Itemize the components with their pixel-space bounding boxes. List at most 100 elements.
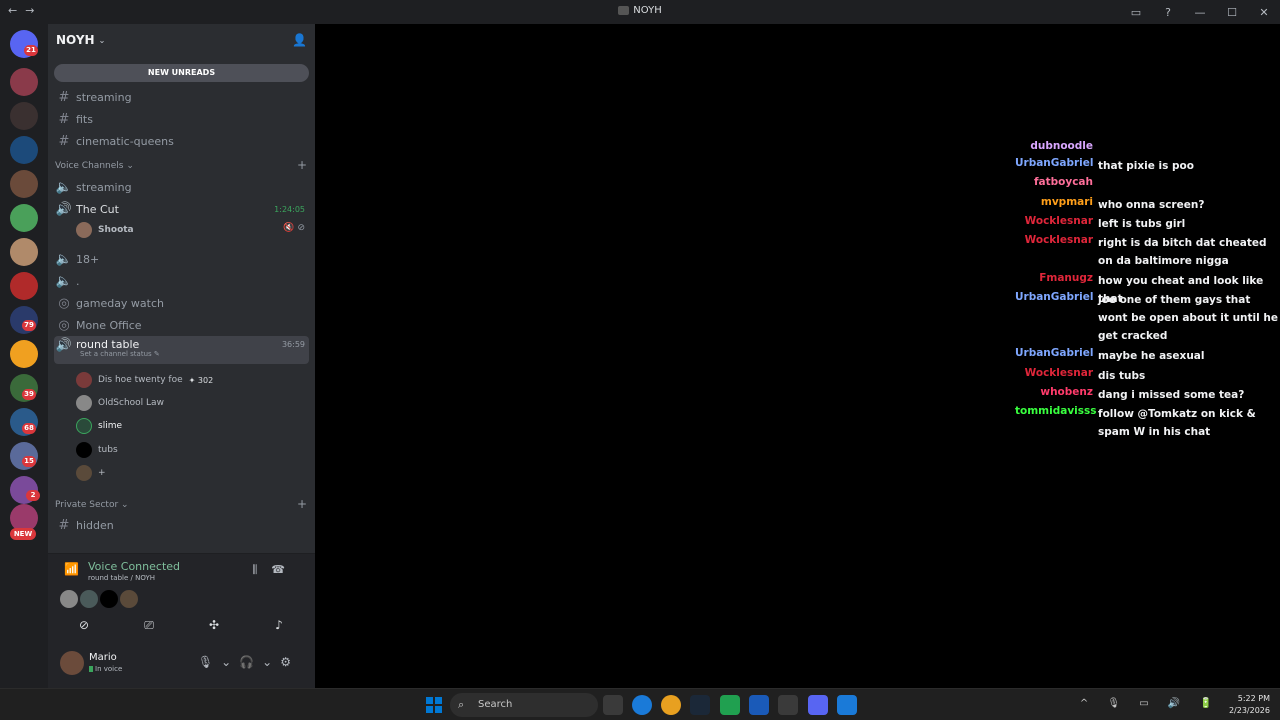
invite-icon[interactable]: 👤 [292, 33, 307, 47]
voice-member[interactable]: + [76, 464, 106, 482]
chevron-down-icon[interactable]: ⌄ [262, 655, 280, 669]
server-icon[interactable] [10, 340, 38, 368]
chat-message: UrbanGabriel that pixie is poo [1015, 157, 1194, 172]
voice-avatars [60, 590, 138, 608]
channel-fits[interactable]: # fits [54, 109, 309, 129]
discord-icon[interactable] [808, 695, 828, 715]
stage-icon: ◎ [58, 295, 70, 311]
noise-suppression-icon[interactable]: ⫼ [252, 563, 271, 576]
avatar [120, 590, 138, 608]
server-badge: 68 [22, 423, 36, 434]
chat-message: UrbanGabriel maybe he asexual [1015, 347, 1205, 362]
chat-message: fatboycah [1033, 176, 1093, 188]
server-icon[interactable] [10, 204, 38, 232]
new-badge: NEW [10, 528, 36, 540]
camera-off-icon[interactable]: ⊘ [56, 614, 112, 636]
speaker-icon: 🔊 [55, 338, 73, 353]
voice-channel-the-cut[interactable]: 🔊 The Cut 1:24:05 [54, 199, 309, 219]
signal-icon[interactable]: 📶 [64, 562, 79, 576]
voice-channel-mone-office[interactable]: ◎ Mone Office [54, 315, 309, 335]
app-icon[interactable] [778, 695, 798, 715]
app-icon[interactable] [749, 695, 769, 715]
speaker-icon: 🔈 [55, 179, 73, 195]
edge-icon[interactable] [632, 695, 652, 715]
user-name[interactable]: Mario [89, 652, 117, 663]
voice-status-icon [89, 666, 93, 672]
server-icon[interactable] [10, 102, 38, 130]
channel-streaming[interactable]: # streaming [54, 87, 309, 107]
app-icon[interactable] [837, 695, 857, 715]
avatar [80, 590, 98, 608]
voice-member[interactable]: Dis hoe twenty foe ✦ 302 [76, 371, 213, 389]
avatar [76, 372, 92, 388]
close-button[interactable]: ✕ [1248, 6, 1280, 19]
user-avatar[interactable] [60, 651, 84, 675]
avatar [76, 465, 92, 481]
voice-channel-18[interactable]: 🔈 18+ [54, 249, 309, 269]
add-channel-icon[interactable]: + [297, 158, 307, 172]
voice-channel-dot[interactable]: 🔈. [54, 271, 309, 291]
headphones-icon[interactable]: 🎧 [239, 655, 262, 669]
taskbar: ⌕ Search ^ 🎙 ▭ 🔊 🔋 5:22 PM 2/23/2026 [0, 688, 1280, 720]
category-private-sector[interactable]: Private Sector ⌄ [55, 500, 129, 510]
steam-icon[interactable] [690, 695, 710, 715]
start-button[interactable] [426, 697, 442, 713]
chat-message: whobenz dang i missed some tea? [1040, 386, 1245, 401]
search-icon: ⌕ [458, 698, 465, 711]
chevron-down-icon[interactable]: ⌄ [221, 655, 239, 669]
channel-cinematic-queens[interactable]: # cinematic-queens [54, 131, 309, 151]
activities-icon[interactable]: ✣ [186, 614, 242, 636]
set-channel-status[interactable]: Set a channel status ✎ [80, 350, 160, 358]
voice-connected-subtitle[interactable]: round table / NOYH [88, 574, 155, 582]
new-unreads-banner[interactable]: NEW UNREADS [54, 64, 309, 82]
hashtag-icon: # [58, 133, 70, 149]
app-icon[interactable] [720, 695, 740, 715]
inbox-icon[interactable]: ▭ [1120, 6, 1152, 19]
server-badge: 15 [22, 456, 36, 467]
chrome-icon[interactable] [661, 695, 681, 715]
taskbar-search[interactable]: ⌕ Search [450, 693, 598, 717]
voice-channel-streaming[interactable]: 🔈 streaming [54, 177, 309, 197]
minimize-button[interactable]: — [1184, 6, 1216, 19]
microphone-icon[interactable]: 🎙 [198, 655, 221, 669]
soundboard-icon[interactable]: ♪ [251, 614, 307, 636]
add-channel-icon[interactable]: + [297, 497, 307, 511]
system-tray[interactable]: ^ 🎙 ▭ 🔊 🔋 [1080, 698, 1220, 709]
disconnect-icon[interactable]: ☎ [271, 563, 299, 576]
speaker-icon: 🔈 [55, 273, 73, 289]
server-badge: 79 [22, 320, 36, 331]
chat-message: mvpmari who onna screen? [1040, 196, 1205, 211]
server-icon[interactable] [10, 170, 38, 198]
chat-message: dubnoodle [1030, 140, 1093, 152]
chevron-down-icon: ⌄ [98, 35, 106, 45]
channel-hidden[interactable]: # hidden [54, 515, 309, 535]
server-icon[interactable] [10, 272, 38, 300]
voice-channel-gameday-watch[interactable]: ◎ gameday watch [54, 293, 309, 313]
voice-channel-round-table[interactable]: 🔊 round table 36:59 Set a channel status … [54, 336, 309, 364]
guild-header[interactable]: NOYH ⌄ [48, 24, 315, 56]
voice-member[interactable]: slime [76, 417, 122, 435]
server-icon[interactable] [10, 238, 38, 266]
file-explorer-icon[interactable] [603, 695, 623, 715]
avatar [76, 418, 92, 434]
avatar [76, 442, 92, 458]
chat-message: Wocklesnar right is da bitch dat cheated … [1024, 234, 1267, 267]
category-voice-channels[interactable]: Voice Channels ⌄ [55, 161, 134, 171]
maximize-button[interactable]: ☐ [1216, 6, 1248, 19]
server-badge: 21 [24, 45, 38, 56]
voice-member[interactable]: Shoota [76, 221, 134, 239]
server-icon[interactable] [10, 68, 38, 96]
voice-member[interactable]: OldSchool Law [76, 394, 164, 412]
stream-stage[interactable]: dubnoodle UrbanGabriel that pixie is poo … [315, 24, 1280, 688]
user-panel: Mario In voice 🎙⌄🎧⌄⚙ [48, 645, 315, 688]
voice-member[interactable]: tubs [76, 441, 118, 459]
server-list: 21 79 39 68 15 2 NEW [0, 24, 48, 688]
gear-icon[interactable]: ⚙ [280, 655, 299, 669]
server-icon[interactable] [10, 136, 38, 164]
screen-share-icon[interactable]: ⎚ [121, 614, 177, 636]
help-icon[interactable]: ? [1152, 6, 1184, 19]
title-bar: ←→ NOYH ▭ ? — ☐ ✕ [0, 0, 1280, 24]
clock[interactable]: 5:22 PM 2/23/2026 [1229, 693, 1270, 717]
hashtag-icon: # [58, 111, 70, 127]
speaker-icon: 🔊 [55, 201, 73, 217]
